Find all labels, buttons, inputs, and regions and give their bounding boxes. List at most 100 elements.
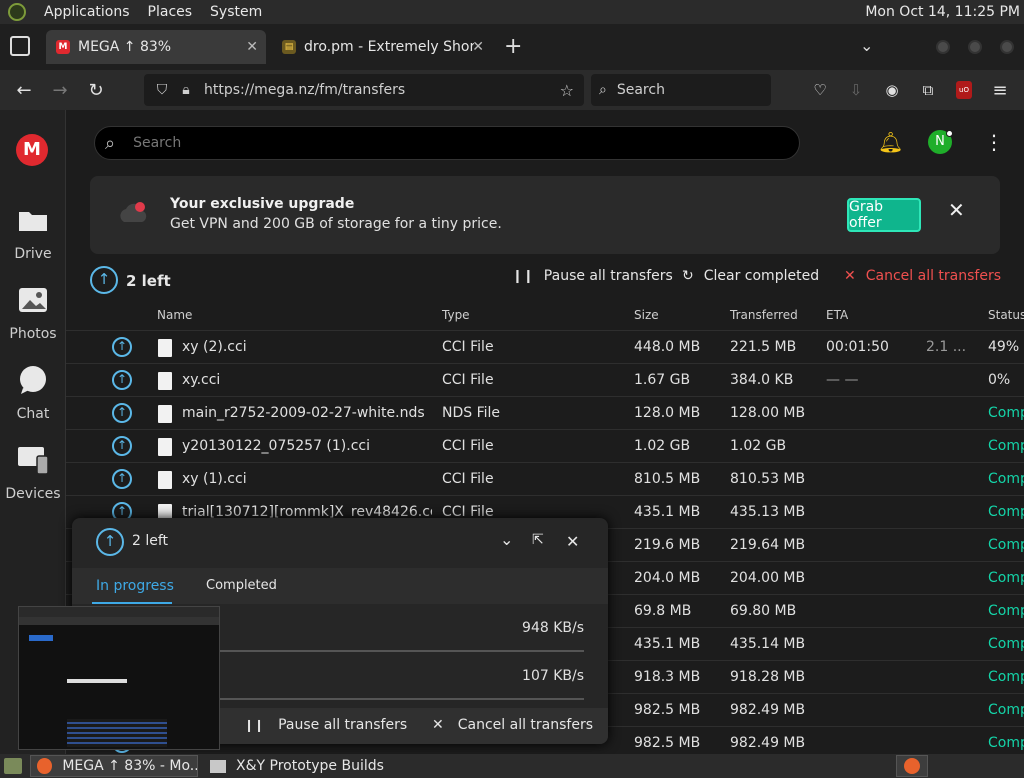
menu-hamburger-icon[interactable]: ≡ [988,78,1012,102]
sidebar-item-photos[interactable]: Photos [0,284,66,342]
os-logo-icon[interactable] [8,3,26,21]
account-icon[interactable]: ◉ [880,78,904,102]
cell-size: 69.8 MB [634,603,692,619]
column-header-name[interactable]: Name [157,308,192,322]
column-header-size[interactable]: Size [634,308,659,322]
cell-size: 219.6 MB [634,537,701,553]
cell-speed [926,397,976,430]
column-header-transferred[interactable]: Transferred [730,308,798,322]
clear-completed-button[interactable]: ↻ Clear completed [682,268,819,284]
cancel-all-transfers-button[interactable]: ✕ Cancel all transfers [844,268,1001,284]
close-banner-icon[interactable]: ✕ [948,198,965,222]
collapse-chevron-icon[interactable]: ⌄ [500,530,513,549]
cell-transferred: 221.5 MB [730,339,797,355]
folder-icon [210,759,226,773]
url-text[interactable]: https://mega.nz/fm/transfers [204,82,405,98]
sidebar-item-drive[interactable]: Drive [0,204,66,262]
upload-status-icon: ↑ [112,436,132,456]
os-menu-applications[interactable]: Applications [44,4,130,20]
upgrade-banner: Your exclusive upgrade Get VPN and 200 G… [90,176,1000,254]
tab-in-progress[interactable]: In progress [96,578,174,594]
maximize-window-icon[interactable] [968,40,982,54]
tab-title: dro.pm - Extremely Short Li [304,39,474,55]
pause-all-transfers-button[interactable]: ❙❙ Pause all transfers [512,268,673,284]
ublock-icon[interactable]: uO [952,78,976,102]
mega-favicon-icon: M [56,40,70,54]
os-taskbar: MEGA ↑ 83% - Mo... X&Y Prototype Builds [0,754,1024,778]
task-file-manager[interactable]: X&Y Prototype Builds [204,755,404,777]
cancel-all-label: Cancel all transfers [865,268,1002,284]
popup-cancel-all-button[interactable]: ✕ Cancel all transfers [432,717,593,733]
firefox-icon [904,758,920,774]
chat-bubble-icon [20,366,46,394]
cell-speed [926,628,976,661]
tab-dro-pm[interactable]: ▤ dro.pm - Extremely Short Li ✕ [272,30,492,64]
column-header-status[interactable]: Status [988,308,1024,322]
bookmark-star-icon[interactable]: ☆ [560,81,574,100]
downloads-icon[interactable]: ⇩ [844,78,868,102]
cell-transferred: 219.64 MB [730,537,806,553]
expand-icon[interactable]: ⇱ [532,532,544,548]
workspace-switcher[interactable] [896,755,928,777]
browser-nav-bar: ← → ↻ ⛉ 🔒︎ https://mega.nz/fm/transfers … [0,70,1024,110]
column-header-type[interactable]: Type [442,308,470,322]
minimize-window-icon[interactable] [936,40,950,54]
cell-status: Comp [988,636,1024,652]
tab-list-chevron-icon[interactable]: ⌄ [860,36,873,55]
cell-speed [926,595,976,628]
shield-icon[interactable]: ⛉ [152,82,172,98]
back-icon[interactable]: ← [12,78,36,102]
mega-search-input[interactable]: ⌕ Search [94,126,800,160]
cell-speed [926,529,976,562]
close-window-icon[interactable] [1000,40,1014,54]
table-row[interactable]: ↑ main_r2752-2009-02-27-white.nds NDS File… [66,396,1024,429]
sidebar-item-label: Devices [5,486,61,502]
new-tab-icon[interactable]: + [504,34,522,59]
task-firefox-mega[interactable]: MEGA ↑ 83% - Mo... [30,755,198,777]
close-tab-icon[interactable]: ✕ [472,39,484,55]
cell-status: Comp [988,405,1024,421]
more-options-icon[interactable]: ⋮ [984,130,1004,154]
cell-size: 448.0 MB [634,339,701,355]
tab-completed[interactable]: Completed [206,578,277,593]
window-thumbnail-preview[interactable] [18,606,220,750]
photo-icon [19,288,47,312]
column-header-eta[interactable]: ETA [826,308,848,322]
popup-pause-all-button[interactable]: ❙❙ Pause all transfers [244,717,407,733]
lock-icon: 🔒︎ [182,82,190,98]
cell-size: 435.1 MB [634,636,701,652]
tab-overview-icon[interactable] [10,36,30,56]
os-menu-system[interactable]: System [210,4,262,20]
table-row[interactable]: ↑ xy.cci CCI File 1.67 GB 384.0 KB — — 0% [66,363,1024,396]
banner-text: Get VPN and 200 GB of storage for a tiny… [170,216,502,232]
extensions-icon[interactable]: ⧉ [916,78,940,102]
sidebar-item-chat[interactable]: Chat [0,364,66,422]
cell-name: xy (1).cci [182,471,247,487]
table-row[interactable]: ↑ y20130122_075257 (1).cci CCI File 1.02 GB… [66,429,1024,462]
os-clock[interactable]: Mon Oct 14, 11:25 PM [865,0,1024,24]
close-popup-icon[interactable]: ✕ [566,532,579,551]
browser-search-box[interactable]: ⌕ Search [591,74,771,106]
show-desktop-icon[interactable] [4,758,22,774]
sidebar-item-label: Chat [16,406,50,422]
pocket-icon[interactable]: ♡ [808,78,832,102]
mega-logo-icon[interactable]: M [16,134,48,166]
cell-size: 128.0 MB [634,405,701,421]
tab-mega[interactable]: M MEGA ↑ 83% ✕ [46,30,266,64]
table-row[interactable]: ↑ xy (1).cci CCI File 810.5 MB 810.53 MB Comp [66,462,1024,495]
os-menu-places[interactable]: Places [148,4,193,20]
cell-status: Comp [988,702,1024,718]
grab-offer-button[interactable]: Grab offer [847,198,921,232]
banner-title: Your exclusive upgrade [170,196,355,212]
cell-eta [826,628,916,661]
sidebar-item-devices[interactable]: Devices [0,444,66,502]
notifications-bell-icon[interactable]: 🔔︎ [878,130,903,154]
cell-status: 0% [988,372,1011,388]
close-tab-icon[interactable]: ✕ [246,39,258,55]
reload-icon[interactable]: ↻ [84,78,108,102]
forward-icon[interactable]: → [48,78,72,102]
url-bar[interactable]: ⛉ 🔒︎ https://mega.nz/fm/transfers ☆ [144,74,584,106]
table-row[interactable]: ↑ xy (2).cci CCI File 448.0 MB 221.5 MB 00:01… [66,330,1024,363]
tab-title: MEGA ↑ 83% [78,39,172,55]
cell-transferred: 69.80 MB [730,603,797,619]
